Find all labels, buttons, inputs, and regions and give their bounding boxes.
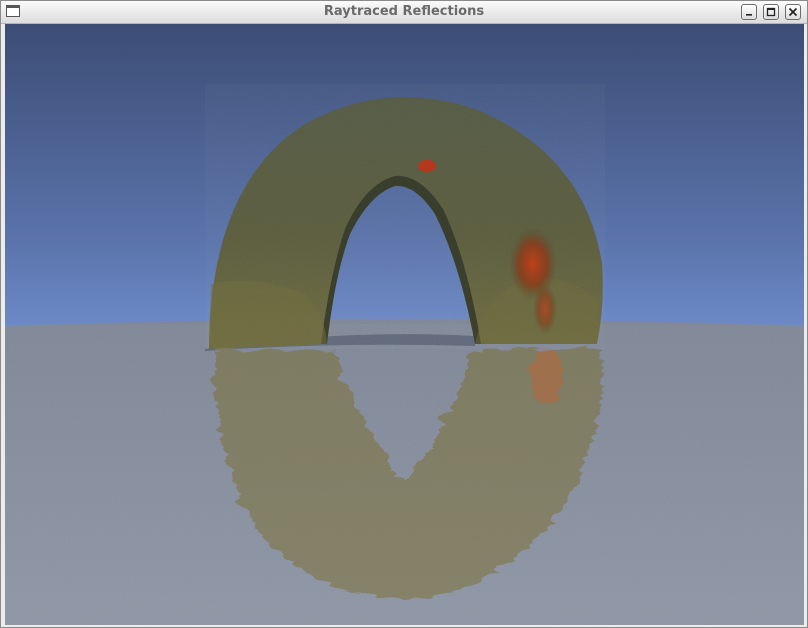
close-button[interactable]: [785, 4, 801, 20]
maximize-button[interactable]: [763, 4, 779, 20]
minimize-button[interactable]: [741, 4, 757, 20]
minimize-icon: [746, 14, 752, 16]
title-bar[interactable]: Raytraced Reflections: [1, 1, 807, 24]
raytraced-scene: [5, 24, 804, 625]
app-window: Raytraced Reflections: [0, 0, 808, 628]
render-viewport[interactable]: [5, 24, 804, 625]
maximize-icon: [766, 7, 776, 17]
close-icon: [788, 7, 798, 17]
window-title: Raytraced Reflections: [323, 4, 485, 19]
specular-highlight-top: [418, 160, 436, 172]
